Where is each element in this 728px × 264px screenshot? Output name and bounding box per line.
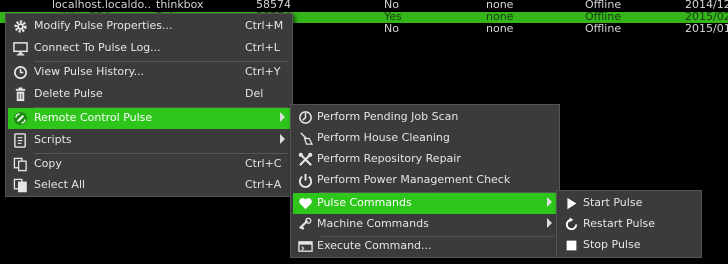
table-cell: No xyxy=(384,22,399,35)
menu-item-restart-pulse[interactable]: Restart Pulse xyxy=(559,214,699,235)
submenu-arrow-icon xyxy=(280,134,285,144)
table-cell: Offline xyxy=(585,22,622,35)
menu-item-select-all[interactable]: Select All Ctrl+A xyxy=(8,175,290,196)
job-scan-icon xyxy=(297,109,314,126)
gear-icon xyxy=(12,18,29,35)
menu-item-modify-pulse-properties[interactable]: Modify Pulse Properties... Ctrl+M xyxy=(8,16,290,37)
menu-item-label: Select All xyxy=(34,178,86,191)
menu-item-connect-to-pulse-log[interactable]: Connect To Pulse Log... Ctrl+L xyxy=(8,38,290,59)
tools-icon xyxy=(297,151,314,168)
menu-item-perform-pending-job-scan[interactable]: Perform Pending Job Scan xyxy=(293,107,557,128)
menu-item-label: Start Pulse xyxy=(583,196,643,209)
menu-item-label: Stop Pulse xyxy=(583,238,641,251)
select-all-icon xyxy=(12,177,29,194)
scripts-icon xyxy=(12,132,29,149)
menu-item-label: Connect To Pulse Log... xyxy=(34,41,161,54)
menu-item-label: Perform Repository Repair xyxy=(317,152,461,165)
restart-icon xyxy=(563,216,580,233)
menu-item-label: Perform House Cleaning xyxy=(317,131,450,144)
submenu-arrow-icon xyxy=(547,197,552,207)
monitor-icon xyxy=(12,40,29,57)
menu-item-execute-command[interactable]: Execute Command... xyxy=(293,236,557,257)
pulse-commands-submenu: Start Pulse Restart Pulse Stop Pulse xyxy=(556,190,702,258)
menu-item-label: Remote Control Pulse xyxy=(34,111,153,124)
submenu-arrow-icon xyxy=(547,218,552,228)
heart-icon xyxy=(297,195,314,212)
copy-icon xyxy=(12,156,29,173)
menu-item-label: Execute Command... xyxy=(317,239,432,252)
stop-icon xyxy=(563,237,580,254)
history-icon xyxy=(12,64,29,81)
remote-control-icon xyxy=(12,110,29,127)
menu-item-label: Perform Pending Job Scan xyxy=(317,110,459,123)
menu-item-start-pulse[interactable]: Start Pulse xyxy=(559,193,699,214)
menu-item-delete-pulse[interactable]: Delete Pulse Del xyxy=(8,84,290,105)
menu-item-label: Machine Commands xyxy=(317,217,429,230)
submenu-arrow-icon xyxy=(280,112,285,122)
menu-item-shortcut: Ctrl+C xyxy=(245,157,282,170)
menu-item-remote-control-pulse[interactable]: Remote Control Pulse xyxy=(8,108,290,129)
menu-item-label: View Pulse History... xyxy=(34,65,145,78)
play-icon xyxy=(563,195,580,212)
power-icon xyxy=(297,172,314,189)
menu-item-label: Copy xyxy=(34,157,62,170)
menu-item-label: Scripts xyxy=(34,133,72,146)
broom-icon xyxy=(297,130,314,147)
menu-item-scripts[interactable]: Scripts xyxy=(8,130,290,151)
machine-icon xyxy=(297,216,314,233)
menu-item-label: Modify Pulse Properties... xyxy=(34,19,173,32)
trash-icon xyxy=(12,86,29,103)
menu-item-label: Delete Pulse xyxy=(34,87,103,100)
menu-item-view-pulse-history[interactable]: View Pulse History... Ctrl+Y xyxy=(8,62,290,83)
table-cell: none xyxy=(486,22,514,35)
menu-item-label: Pulse Commands xyxy=(317,196,412,209)
menu-item-machine-commands[interactable]: Machine Commands xyxy=(293,214,557,235)
menu-item-pulse-commands[interactable]: Pulse Commands xyxy=(293,193,557,214)
menu-item-shortcut: Ctrl+Y xyxy=(245,65,281,78)
menu-item-shortcut: Ctrl+L xyxy=(245,41,280,54)
table-cell: 2015/01 xyxy=(685,22,728,35)
menu-item-shortcut: Ctrl+A xyxy=(245,178,282,191)
menu-item-perform-power-management-check[interactable]: Perform Power Management Check xyxy=(293,170,557,191)
menu-item-shortcut: Del xyxy=(245,87,264,100)
menu-item-label: Restart Pulse xyxy=(583,217,655,230)
remote-control-submenu: Perform Pending Job Scan Perform House C… xyxy=(290,104,560,258)
menu-item-copy[interactable]: Copy Ctrl+C xyxy=(8,154,290,175)
menu-item-perform-house-cleaning[interactable]: Perform House Cleaning xyxy=(293,128,557,149)
menu-item-perform-repository-repair[interactable]: Perform Repository Repair xyxy=(293,149,557,170)
menu-item-label: Perform Power Management Check xyxy=(317,173,511,186)
pulse-context-menu: Modify Pulse Properties... Ctrl+M Connec… xyxy=(5,13,293,197)
menu-item-shortcut: Ctrl+M xyxy=(245,19,284,32)
terminal-icon xyxy=(297,238,314,255)
menu-item-stop-pulse[interactable]: Stop Pulse xyxy=(559,235,699,256)
